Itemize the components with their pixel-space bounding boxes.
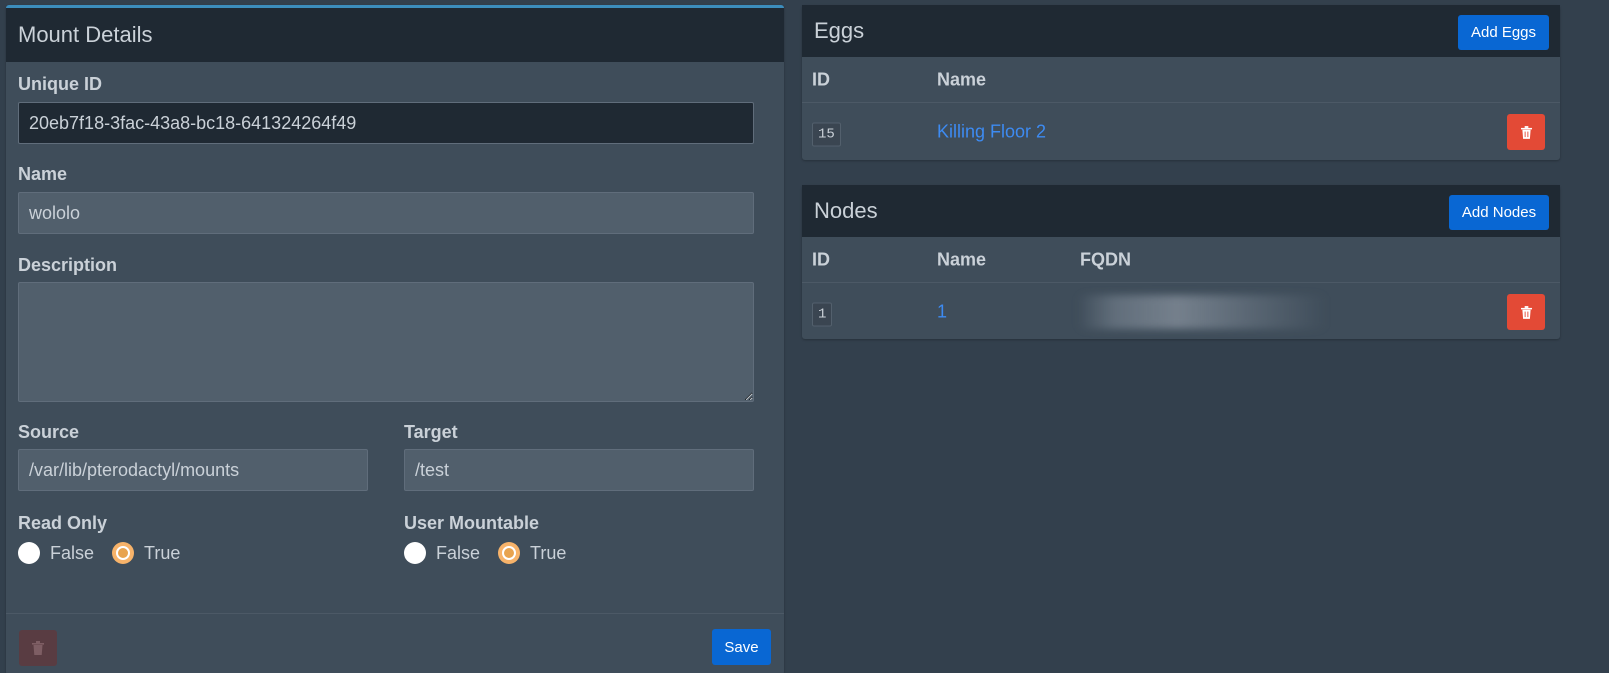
read-only-true-radio[interactable] xyxy=(112,542,135,564)
nodes-title: Nodes xyxy=(814,198,878,223)
node-name-link[interactable]: 1 xyxy=(937,302,947,323)
delete-node-button[interactable] xyxy=(1507,294,1545,330)
user-mountable-false-radio[interactable] xyxy=(404,542,426,564)
nodes-table-header: ID Name FQDN xyxy=(802,237,1560,283)
target-field[interactable] xyxy=(404,449,754,491)
user-mountable-false-label: False xyxy=(436,542,481,563)
nodes-panel: Nodes Add Nodes ID Name FQDN 1 1 xyxy=(802,185,1560,339)
unique-id-label: Unique ID xyxy=(18,74,102,94)
nodes-col-fqdn: FQDN xyxy=(1080,249,1131,269)
table-row: 15 Killing Floor 2 xyxy=(802,103,1560,161)
mount-details-title: Mount Details xyxy=(18,22,153,47)
nodes-col-name: Name xyxy=(937,249,987,269)
delete-mount-button[interactable] xyxy=(19,630,57,666)
user-mountable-label: User Mountable xyxy=(404,513,540,533)
read-only-false-radio[interactable] xyxy=(18,542,40,564)
add-nodes-button[interactable]: Add Nodes xyxy=(1449,195,1549,230)
eggs-col-name: Name xyxy=(937,69,987,89)
description-label: Description xyxy=(18,255,118,275)
read-only-label: Read Only xyxy=(18,513,108,533)
egg-id: 15 xyxy=(812,122,841,147)
eggs-table-header: ID Name xyxy=(802,57,1560,103)
eggs-header: Eggs Add Eggs xyxy=(802,5,1560,57)
mount-details-footer: Save xyxy=(6,613,784,673)
user-mountable-true-label: True xyxy=(530,542,567,563)
eggs-panel: Eggs Add Eggs ID Name 15 Killing Floor 2 xyxy=(802,5,1560,160)
mount-details-panel: Mount Details Unique ID Name Description… xyxy=(6,5,784,673)
source-field[interactable] xyxy=(18,449,368,491)
table-row: 1 1 xyxy=(802,283,1560,341)
trash-icon xyxy=(1520,305,1532,319)
target-label: Target xyxy=(404,422,458,442)
read-only-radio-group: False True xyxy=(18,542,198,564)
user-mountable-radio-group: False True xyxy=(404,542,584,564)
name-label: Name xyxy=(18,164,68,184)
eggs-title: Eggs xyxy=(814,18,865,43)
read-only-true-label: True xyxy=(144,542,181,563)
save-button[interactable]: Save xyxy=(712,629,771,665)
node-fqdn-redacted xyxy=(1077,295,1327,329)
egg-name-link[interactable]: Killing Floor 2 xyxy=(937,122,1046,143)
delete-egg-button[interactable] xyxy=(1507,114,1545,150)
add-eggs-button[interactable]: Add Eggs xyxy=(1458,15,1549,50)
user-mountable-true-radio[interactable] xyxy=(498,542,521,564)
trash-icon xyxy=(1520,125,1532,139)
unique-id-field[interactable] xyxy=(18,102,754,144)
node-id: 1 xyxy=(812,302,833,327)
read-only-false-label: False xyxy=(50,542,95,563)
mount-details-header: Mount Details xyxy=(6,8,784,62)
name-field[interactable] xyxy=(18,192,754,234)
eggs-col-id: ID xyxy=(812,69,830,89)
description-field[interactable] xyxy=(18,282,754,402)
source-label: Source xyxy=(18,422,80,442)
nodes-col-id: ID xyxy=(812,249,830,269)
nodes-header: Nodes Add Nodes xyxy=(802,185,1560,237)
trash-icon xyxy=(32,641,44,655)
